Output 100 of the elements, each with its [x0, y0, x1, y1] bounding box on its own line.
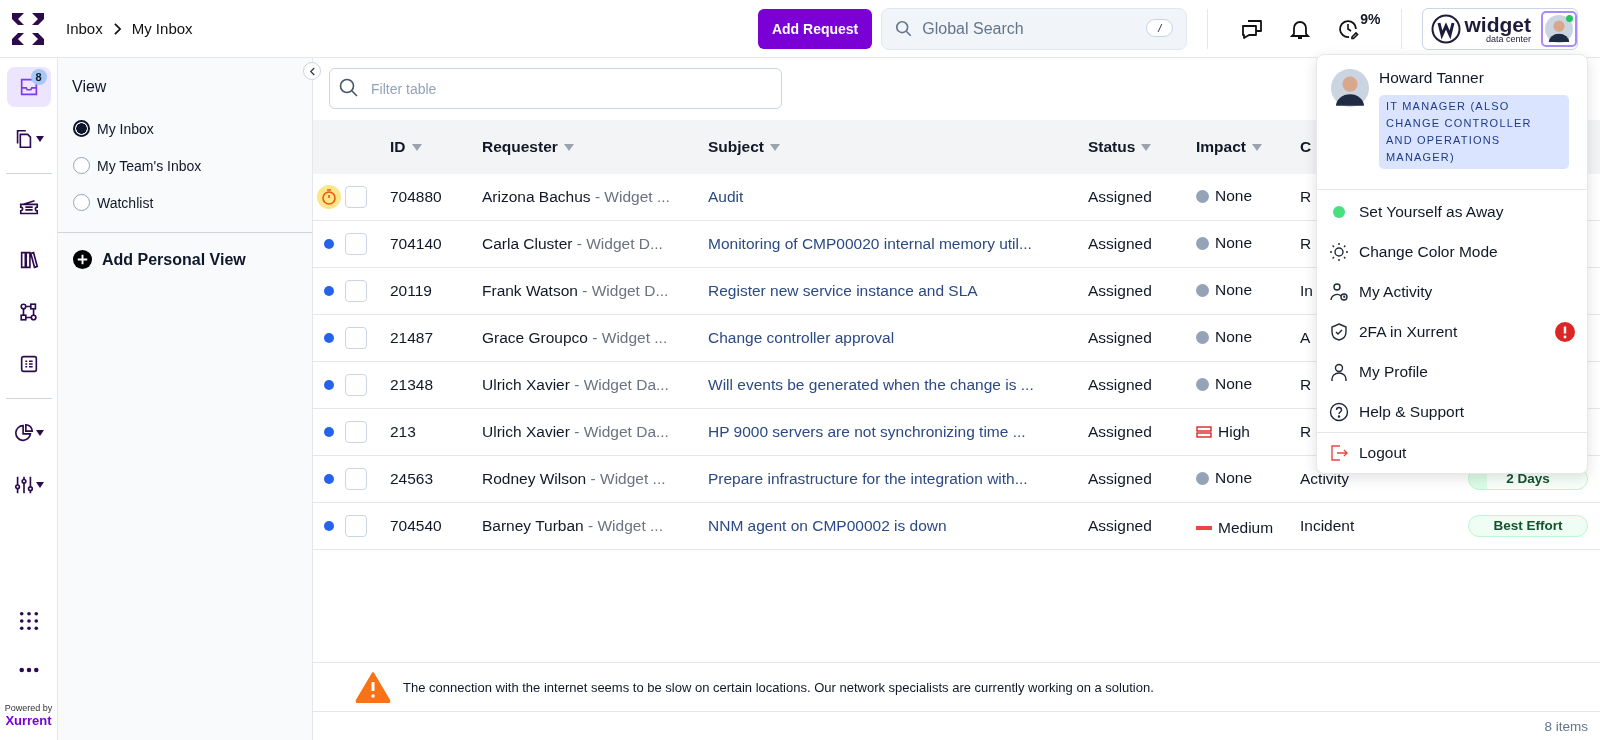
category-cell: R — [1300, 376, 1312, 393]
impact-label: None — [1215, 469, 1253, 488]
organization-name: - Widget ... — [594, 188, 670, 205]
nav-item[interactable]: 8 — [6, 67, 51, 107]
apps-grid-icon[interactable] — [18, 611, 39, 631]
breadcrumb-link[interactable]: My Inbox — [131, 20, 193, 37]
chevron-right-icon — [112, 22, 122, 35]
subject-link[interactable]: NNM agent on CMP00002 is down — [708, 517, 947, 534]
row-checkbox[interactable] — [345, 515, 367, 537]
avatar-icon — [1545, 14, 1573, 43]
column-header[interactable]: Requester — [482, 138, 558, 156]
status-cell: Assigned — [1088, 517, 1152, 534]
view-option[interactable]: My Inbox — [97, 120, 154, 137]
requester-name: Grace Groupco — [482, 329, 588, 346]
row-checkbox[interactable] — [345, 327, 367, 349]
id-cell: 21348 — [390, 376, 434, 393]
menu-item[interactable]: My Activity — [1317, 272, 1587, 312]
impact-high-icon — [1196, 425, 1212, 438]
radio-button[interactable] — [73, 120, 90, 137]
column-header[interactable]: Status — [1088, 138, 1136, 156]
unread-dot — [324, 474, 334, 484]
row-checkbox[interactable] — [345, 421, 367, 443]
column-header[interactable]: ID — [390, 138, 406, 156]
impact-dot — [1196, 377, 1209, 391]
logo-icon[interactable] — [12, 12, 44, 45]
organization-name: - Widget Da... — [574, 423, 669, 440]
breadcrumb-link[interactable]: Inbox — [66, 20, 103, 37]
warning-icon — [355, 671, 391, 703]
column-header[interactable]: Subject — [708, 138, 764, 156]
collapse-button[interactable] — [303, 62, 321, 80]
user-name: Howard Tanner — [1379, 69, 1485, 87]
subject-link[interactable]: Monitoring of CMP00020 internal memory util... — [708, 235, 1032, 252]
subject-link[interactable]: Will events be generated when the change is ... — [708, 376, 1034, 393]
status-cell: Assigned — [1088, 423, 1152, 440]
add-view-link[interactable]: Add Personal View — [102, 250, 246, 269]
id-cell: 24563 — [390, 470, 434, 487]
row-checkbox[interactable] — [345, 374, 367, 396]
sla-pill: Best Effort — [1468, 515, 1588, 537]
impact-label: None — [1215, 281, 1253, 300]
id-cell: 704880 — [390, 188, 442, 205]
column-header[interactable]: C — [1300, 138, 1312, 156]
organization-name: - Widget Da... — [574, 376, 669, 393]
organization-name: - Widget ... — [590, 470, 666, 487]
subject-link[interactable]: Audit — [708, 188, 744, 205]
account-name: widget — [1464, 13, 1531, 35]
sun-icon — [1329, 242, 1349, 262]
user-clock-icon — [1329, 282, 1349, 302]
row-checkbox[interactable] — [345, 280, 367, 302]
status-cell: Assigned — [1088, 282, 1152, 299]
unread-dot — [324, 427, 334, 437]
requester-name: Ulrich Xavier — [482, 423, 570, 440]
row-checkbox[interactable] — [345, 186, 367, 208]
requester-name: Carla Cluster — [482, 235, 573, 252]
filter-field[interactable]: Filter table — [329, 68, 782, 109]
id-cell: 704540 — [390, 517, 442, 534]
organization-name: - Widget D... — [582, 282, 669, 299]
menu-item[interactable]: My Profile — [1317, 352, 1587, 392]
menu-item[interactable]: 2FA in Xurrent — [1317, 312, 1587, 352]
requester-name: Frank Watson — [482, 282, 578, 299]
user-icon — [1329, 362, 1349, 382]
impact-dot — [1196, 330, 1209, 344]
unread-dot — [324, 333, 334, 343]
impact-label: Medium — [1218, 518, 1274, 537]
menu-item[interactable]: Help & Support — [1317, 392, 1587, 432]
row-checkbox[interactable] — [345, 468, 367, 490]
brand-name: Xurrent — [5, 713, 52, 728]
shield-icon — [1329, 322, 1349, 342]
usage-percent: 9% — [1360, 10, 1381, 27]
account-button[interactable]: widget data center — [1421, 7, 1578, 50]
row-checkbox[interactable] — [345, 233, 367, 255]
sliders-icon — [13, 474, 35, 496]
status-cell: Assigned — [1088, 188, 1152, 205]
impact-label: None — [1215, 328, 1253, 347]
organization-name: - Widget ... — [592, 329, 668, 346]
count-badge: 8 — [30, 69, 47, 85]
view-option[interactable]: Watchlist — [97, 194, 154, 211]
category-cell: Incident — [1300, 517, 1355, 534]
menu-item[interactable]: Change Color Mode — [1317, 232, 1587, 272]
impact-medium-bar — [1196, 525, 1212, 530]
status-cell: Assigned — [1088, 235, 1152, 252]
subject-link[interactable]: Register new service instance and SLA — [708, 282, 978, 299]
impact-label: High — [1218, 422, 1250, 441]
menu-item[interactable]: Set Yourself as Away — [1317, 192, 1587, 232]
subject-link[interactable]: Prepare infrastructure for the integration with... — [708, 470, 1028, 487]
view-option[interactable]: My Team's Inbox — [97, 157, 202, 174]
plus-circle-icon[interactable] — [73, 250, 92, 269]
status-cell: Assigned — [1088, 470, 1152, 487]
category-cell: R — [1300, 423, 1312, 440]
column-header[interactable]: Impact — [1196, 138, 1246, 156]
radio-button[interactable] — [73, 157, 90, 174]
radio-button[interactable] — [73, 194, 90, 211]
ellipsis-icon[interactable] — [18, 667, 39, 673]
subject-link[interactable]: HP 9000 servers are not synchronizing time ... — [708, 423, 1026, 440]
impact-dot — [1196, 236, 1209, 250]
add-request-button[interactable]: Add Request — [757, 8, 873, 49]
category-cell: R — [1300, 188, 1312, 205]
subject-link[interactable]: Change controller approval — [708, 329, 895, 346]
impact-label: None — [1215, 234, 1253, 253]
powered-by-label: Powered by — [4, 703, 53, 713]
impact-label: None — [1215, 375, 1253, 394]
